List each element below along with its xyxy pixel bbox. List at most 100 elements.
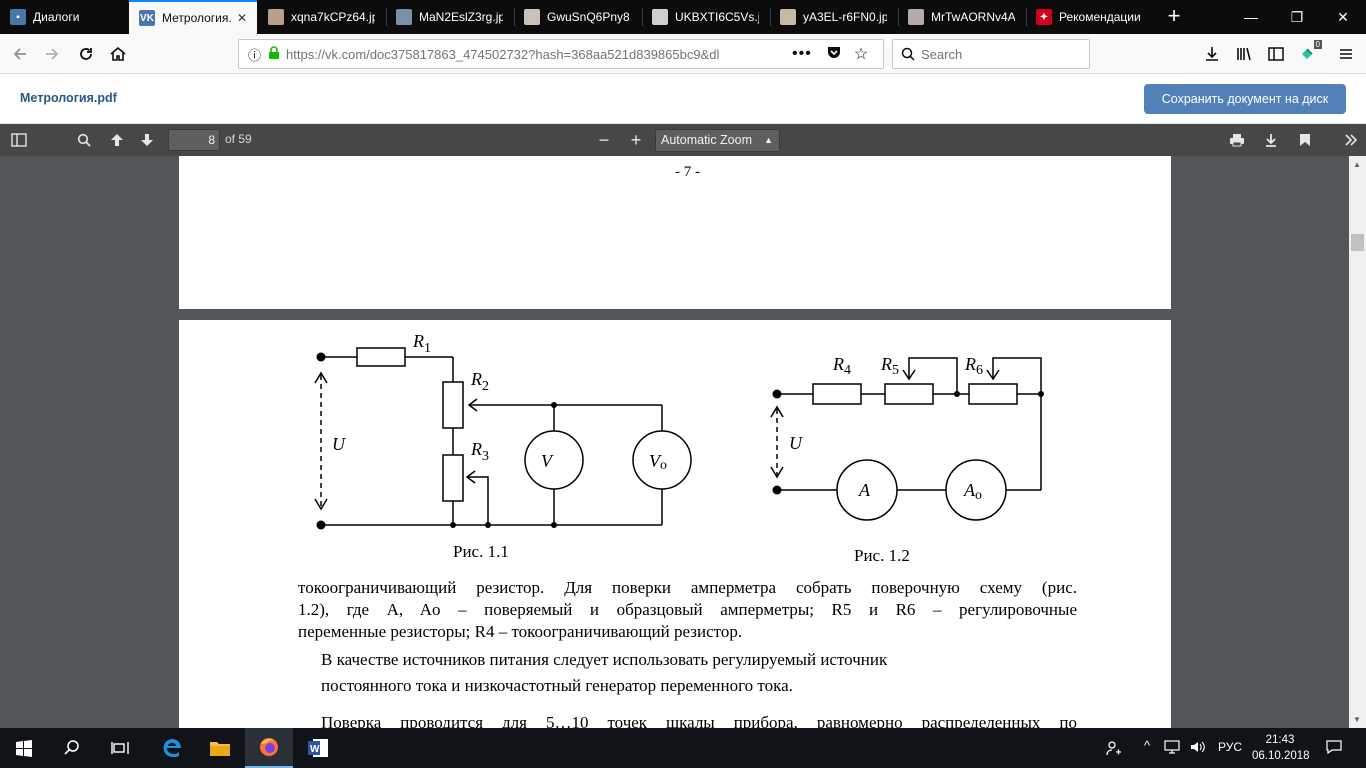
info-icon[interactable]: ⓘ <box>248 45 261 64</box>
minus-icon: − <box>598 129 610 150</box>
paragraph-verification: Поверка проводится для 5…10 точек шкалы … <box>321 712 1077 728</box>
find-button[interactable] <box>71 128 97 152</box>
figure-1-1-caption: Рис. 1.1 <box>453 542 509 561</box>
edge-app[interactable] <box>148 728 196 768</box>
svg-text:R2: R2 <box>470 369 489 394</box>
file-explorer-app[interactable] <box>196 728 244 768</box>
text-line: В качестве источников питания следует ис… <box>321 650 888 669</box>
tab-image-2[interactable]: MaN2EslZ3rg.jpg <box>386 0 514 34</box>
bookmark-star-icon[interactable]: ☆ <box>854 44 868 64</box>
tab-recommendations[interactable]: ✦ Рекомендации <box>1026 0 1154 34</box>
page-actions-icon[interactable]: ••• <box>792 45 812 63</box>
url-bar[interactable]: ⓘ https://vk.com/doc375817863_474502732?… <box>238 39 884 69</box>
action-center-icon[interactable] <box>1326 740 1342 757</box>
library-button[interactable] <box>1230 40 1258 68</box>
word-app[interactable]: W <box>294 728 342 768</box>
input-language[interactable]: РУС <box>1218 740 1242 754</box>
page-number-input[interactable]: 8 <box>168 129 220 151</box>
firefox-app[interactable] <box>245 728 293 768</box>
search-bar[interactable]: Search <box>892 39 1090 69</box>
zoom-in-button[interactable]: + <box>623 128 649 152</box>
restore-button[interactable]: ❐ <box>1274 0 1320 34</box>
svg-text:R3: R3 <box>470 439 489 464</box>
tab-image-4[interactable]: UKBXTI6C5Vs.jpg <box>642 0 770 34</box>
scroll-up-arrow-icon[interactable]: ▲ <box>1353 160 1361 169</box>
image-icon <box>268 9 284 25</box>
show-hidden-icons-icon[interactable]: ^ <box>1144 738 1150 753</box>
tab-image-6[interactable]: MrTwAORNv4A. <box>898 0 1026 34</box>
windows-logo-icon <box>16 740 32 757</box>
document-title: Метрология.pdf <box>20 91 117 105</box>
taskbar-search-button[interactable] <box>48 728 96 768</box>
menu-button[interactable] <box>1332 40 1360 68</box>
notification-badge: 0 <box>1313 40 1322 49</box>
svg-text:W: W <box>310 744 320 755</box>
sidebar-toggle-icon <box>11 133 27 147</box>
new-tab-button[interactable]: + <box>1160 3 1188 31</box>
figure-1-2-caption: Рис. 1.2 <box>854 546 910 565</box>
tab-image-1[interactable]: xqna7kCPz64.jpg <box>258 0 386 34</box>
image-icon <box>396 9 412 25</box>
minimize-button[interactable]: — <box>1228 0 1274 34</box>
network-icon[interactable] <box>1164 740 1180 757</box>
back-button[interactable] <box>6 40 34 68</box>
save-to-disk-button[interactable]: Сохранить документ на диск <box>1144 84 1346 114</box>
paragraph-power-sources: В качестве источников питания следует ис… <box>321 647 1077 699</box>
edge-icon <box>163 739 181 758</box>
download-pdf-button[interactable] <box>1258 128 1284 152</box>
sidebar-button[interactable] <box>1262 40 1290 68</box>
arrow-up-icon <box>111 134 123 146</box>
pocket-icon[interactable] <box>826 44 842 65</box>
windows-taskbar: W ^ РУС 21:43 06.10.2018 <box>0 728 1366 768</box>
system-clock[interactable]: 21:43 06.10.2018 <box>1252 732 1310 764</box>
pdf-page-8: R1 R2 R3 U V Vo Рис. 1.1 R4 R5 R6 U A Ao… <box>179 320 1171 728</box>
arrow-down-icon <box>141 134 153 146</box>
search-icon <box>64 740 79 755</box>
figure-1-1-circuit: R1 R2 R3 U V Vo <box>314 335 692 530</box>
svg-text:Vo: Vo <box>649 451 667 473</box>
close-tab-icon[interactable]: ✕ <box>237 11 247 25</box>
people-icon[interactable] <box>1106 740 1122 759</box>
page-count: of 59 <box>225 132 252 146</box>
next-page-button[interactable] <box>134 128 160 152</box>
start-button[interactable] <box>0 728 48 768</box>
lock-icon[interactable] <box>268 45 280 63</box>
vk-messages-icon: ▪ <box>10 9 26 25</box>
tab-metrology[interactable]: VK Метрология. ✕ <box>129 0 257 34</box>
svg-text:U: U <box>332 434 346 454</box>
svg-text:R6: R6 <box>964 354 983 378</box>
zoom-select[interactable]: Automatic Zoom ▲▼ <box>655 129 780 166</box>
close-window-button[interactable]: ✕ <box>1320 0 1366 34</box>
tab-dialogs[interactable]: ▪ Диалоги <box>0 0 128 34</box>
home-button[interactable] <box>104 40 132 68</box>
search-icon <box>77 133 91 147</box>
forward-button[interactable] <box>38 40 66 68</box>
task-view-button[interactable] <box>96 728 144 768</box>
home-icon <box>110 46 126 61</box>
tools-button[interactable] <box>1338 128 1364 152</box>
image-icon <box>524 9 540 25</box>
svg-text:R5: R5 <box>880 354 899 378</box>
scroll-down-arrow-icon[interactable]: ▼ <box>1353 715 1361 724</box>
bookmark-button[interactable] <box>1292 128 1318 152</box>
image-icon <box>652 9 668 25</box>
reload-button[interactable] <box>72 40 100 68</box>
tab-image-5[interactable]: yA3EL-r6FN0.jpg <box>770 0 898 34</box>
extension-button[interactable]: 0 <box>1294 40 1322 68</box>
scrollbar-thumb[interactable] <box>1351 234 1364 251</box>
downloads-button[interactable] <box>1198 40 1226 68</box>
print-button[interactable] <box>1224 128 1250 152</box>
volume-icon[interactable] <box>1190 740 1206 757</box>
svg-text:V: V <box>541 451 554 471</box>
toggle-sidebar-button[interactable] <box>6 128 32 152</box>
svg-text:A: A <box>858 480 871 500</box>
svg-text:R4: R4 <box>832 354 851 378</box>
tab-image-3[interactable]: GwuSnQ6Pny8.jpg <box>514 0 642 34</box>
previous-page-button[interactable] <box>104 128 130 152</box>
url-text[interactable]: https://vk.com/doc375817863_474502732?ha… <box>286 47 786 62</box>
pdf-viewer[interactable]: - 7 - R1 R2 R3 U V Vo Рис. 1.1 R4 R5 R6 … <box>0 156 1349 728</box>
svg-text:U: U <box>789 433 803 453</box>
firefox-icon <box>260 738 278 756</box>
search-input[interactable]: Search <box>921 47 962 62</box>
zoom-out-button[interactable]: − <box>591 128 617 152</box>
